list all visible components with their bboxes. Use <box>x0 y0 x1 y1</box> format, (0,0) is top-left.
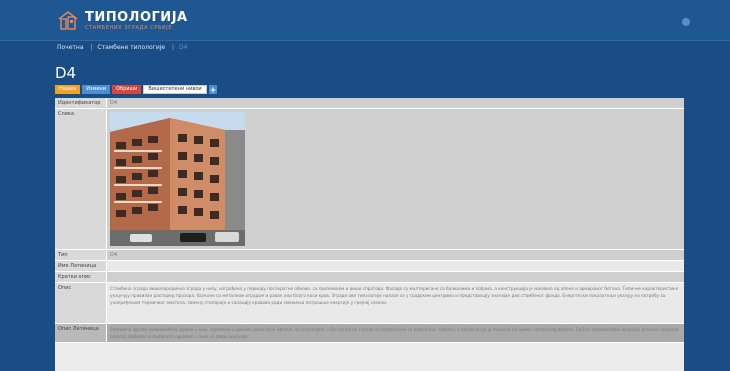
row-label-image: Слика <box>55 108 107 250</box>
building-photo <box>110 112 245 246</box>
breadcrumb-current: D4 <box>178 44 188 51</box>
breadcrumb: Почетна | Стамбене типологије | D4 <box>57 44 189 51</box>
row-label-description-latin: Опис Латиница <box>55 323 107 343</box>
table-row: Кратки опис <box>55 271 684 283</box>
breadcrumb-home[interactable]: Почетна <box>57 44 84 51</box>
row-value-short-desc <box>106 271 684 283</box>
row-value-identifier: D4 <box>106 98 684 109</box>
building-logo-icon <box>58 11 78 30</box>
row-label-description: Опис <box>55 282 107 324</box>
delete-button[interactable]: Обриши <box>112 85 142 94</box>
row-value-description: Стамбена зграда вишепородична зграда у н… <box>106 282 684 324</box>
logo-subtitle: СТАМБЕНИХ ЗГРАДА СРБИЈЕ <box>85 25 173 31</box>
row-label-type: Тип <box>55 249 107 261</box>
row-value-image <box>106 108 684 250</box>
levels-button[interactable]: Вишестепени нивои <box>143 85 207 94</box>
table-row: Опис Латиница Stambena zgrada višeporodi… <box>55 323 684 343</box>
logo[interactable]: ТИПОЛОГИЈА СТАМБЕНИХ ЗГРАДА СРБИЈЕ <box>57 8 187 36</box>
breadcrumb-separator: | <box>172 44 175 51</box>
row-label-identifier: Идентификатор <box>55 98 107 109</box>
action-bar: Најава Измени Обриши Вишестепени нивои <box>55 85 217 95</box>
row-value-type: D4 <box>106 249 684 261</box>
header: ТИПОЛОГИЈА СТАМБЕНИХ ЗГРАДА СРБИЈЕ <box>0 0 730 41</box>
detail-panel: Идентификатор D4 Слика Тип D4 Име Латини… <box>55 98 684 371</box>
edit-button[interactable]: Измени <box>82 85 111 94</box>
add-icon <box>210 87 216 92</box>
table-row: Тип D4 <box>55 249 684 261</box>
breadcrumb-typologies[interactable]: Стамбене типологије <box>97 44 165 51</box>
row-value-name-latin <box>106 260 684 272</box>
detail-table: Идентификатор D4 Слика Тип D4 Име Латини… <box>55 98 684 343</box>
user-menu-icon[interactable] <box>682 18 690 26</box>
back-button[interactable]: Најава <box>55 85 81 94</box>
row-value-description-latin: Stambena zgrada višeporodična zgrada u n… <box>106 323 684 343</box>
table-row: Опис Стамбена зграда вишепородична зград… <box>55 282 684 324</box>
row-label-short-desc: Кратки опис <box>55 271 107 283</box>
table-row: Идентификатор D4 <box>55 98 684 109</box>
row-label-name-latin: Име Латиница <box>55 260 107 272</box>
table-row: Име Латиница <box>55 260 684 272</box>
page-title: D4 <box>55 64 77 82</box>
add-button[interactable] <box>208 85 217 94</box>
logo-title: ТИПОЛОГИЈА <box>85 10 188 25</box>
breadcrumb-separator: | <box>90 44 93 51</box>
table-row: Слика <box>55 108 684 250</box>
